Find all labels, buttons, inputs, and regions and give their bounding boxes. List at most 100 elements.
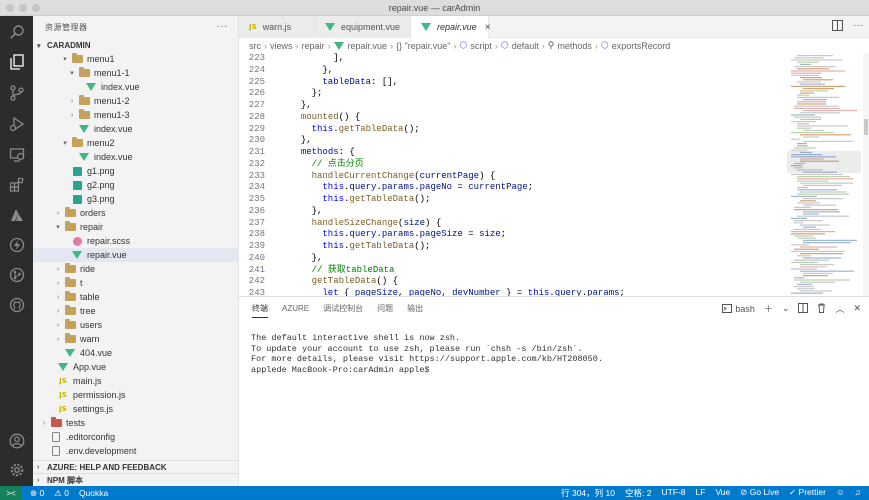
- terminal-output[interactable]: The default interactive shell is now zsh…: [251, 333, 603, 375]
- code-line[interactable]: 223 ],: [239, 53, 787, 65]
- gear-icon[interactable]: [8, 461, 25, 478]
- feedback-icon[interactable]: ☺: [836, 487, 845, 499]
- breadcrumb-item[interactable]: exportsRecord: [612, 41, 671, 51]
- minimap[interactable]: [787, 53, 861, 296]
- tab-equipment-vue[interactable]: equipment.vue: [315, 16, 411, 38]
- git-history-icon[interactable]: [8, 266, 25, 283]
- tab-terminal[interactable]: 终端: [252, 303, 268, 318]
- code-line[interactable]: 237 handleSizeChange(size) {: [239, 218, 787, 230]
- breadcrumb-item[interactable]: script: [470, 41, 492, 51]
- code-line[interactable]: 240 },: [239, 253, 787, 265]
- github-icon[interactable]: [8, 296, 25, 313]
- split-editor-icon[interactable]: [832, 20, 843, 34]
- add-terminal-icon[interactable]: ＋: [764, 302, 773, 315]
- breadcrumb-item[interactable]: repair.vue: [348, 41, 388, 51]
- code-line[interactable]: 231 methods: {: [239, 147, 787, 159]
- editor-scrollbar[interactable]: [863, 53, 869, 296]
- breadcrumb-item[interactable]: views: [270, 41, 293, 51]
- search-icon[interactable]: [8, 23, 25, 40]
- tree-item[interactable]: g1.png: [33, 164, 238, 178]
- more-actions-icon[interactable]: ···: [853, 20, 863, 34]
- minimap-viewport[interactable]: [787, 151, 861, 173]
- maximize-panel-icon[interactable]: ︿: [835, 302, 844, 315]
- code-line[interactable]: 234 this. query. params. pageNo = currentPa…: [239, 182, 787, 194]
- tree-item[interactable]: › table: [33, 290, 238, 304]
- section-azure-help[interactable]: › AZURE: HELP AND FEEDBACK: [33, 460, 238, 473]
- tree-item[interactable]: g2.png: [33, 178, 238, 192]
- terminal-select[interactable]: bash: [722, 304, 755, 314]
- go-live-button[interactable]: ⊘ Go Live: [740, 487, 779, 499]
- errors-count[interactable]: ⊗ 0: [30, 488, 44, 499]
- scrollbar-thumb[interactable]: [864, 119, 868, 135]
- tree-item[interactable]: › t: [33, 276, 238, 290]
- code-line[interactable]: 228 mounted() {: [239, 112, 787, 124]
- tree-item[interactable]: ▾ menu1: [33, 52, 238, 66]
- code-line[interactable]: 241 // 获取tableData: [239, 265, 787, 277]
- breadcrumb-item[interactable]: src: [249, 41, 261, 51]
- run-debug-icon[interactable]: [8, 115, 25, 132]
- tab-repair-vue[interactable]: repair.vue ×: [411, 16, 491, 38]
- tree-item[interactable]: 404.vue: [33, 346, 238, 360]
- tree-item[interactable]: g3.png: [33, 192, 238, 206]
- warnings-count[interactable]: ⚠ 0: [54, 488, 69, 499]
- breadcrumb-item[interactable]: repair: [302, 41, 325, 51]
- tree-item[interactable]: ▾ menu2: [33, 136, 238, 150]
- code-line[interactable]: 232 // 点击分页: [239, 159, 787, 171]
- line-ending[interactable]: LF: [696, 487, 706, 499]
- remote-explorer-icon[interactable]: [8, 146, 25, 163]
- tree-item[interactable]: › users: [33, 318, 238, 332]
- code-line[interactable]: 238 this. query. params. pageSize = size;: [239, 229, 787, 241]
- extensions-icon[interactable]: [8, 176, 25, 193]
- encoding[interactable]: UTF-8: [661, 487, 685, 499]
- code-line[interactable]: 225 tableData: [],: [239, 77, 787, 89]
- source-control-icon[interactable]: [8, 84, 25, 101]
- tree-item[interactable]: repair.scss: [33, 234, 238, 248]
- explorer-icon[interactable]: [8, 53, 25, 70]
- code-line[interactable]: 227 },: [239, 100, 787, 112]
- tab-warn-js[interactable]: JS warn.js: [239, 16, 315, 38]
- trash-icon[interactable]: [817, 303, 826, 315]
- code-line[interactable]: 233 handleCurrentChange(currentPage) {: [239, 171, 787, 183]
- close-tab-icon[interactable]: ×: [485, 22, 491, 33]
- remote-indicator[interactable]: ><: [0, 486, 22, 500]
- tree-item[interactable]: JS main.js: [33, 374, 238, 388]
- tree-item[interactable]: › orders: [33, 206, 238, 220]
- prettier-status[interactable]: ✓ Prettier: [789, 487, 826, 499]
- more-actions-icon[interactable]: ···: [217, 21, 229, 32]
- code-line[interactable]: 235 this. getTableData ();: [239, 194, 787, 206]
- tree-item[interactable]: ▾ menu1-1: [33, 66, 238, 80]
- tree-item[interactable]: › tests: [33, 416, 238, 430]
- lightning-icon[interactable]: [8, 236, 25, 253]
- section-npm-scripts[interactable]: › NPM 脚本: [33, 473, 238, 486]
- breadcrumb-item[interactable]: methods: [557, 41, 592, 51]
- code-line[interactable]: 224 },: [239, 65, 787, 77]
- notifications-icon[interactable]: ♫: [855, 487, 861, 499]
- code-line[interactable]: 242 getTableData() {: [239, 276, 787, 288]
- breadcrumb-item[interactable]: default: [512, 41, 539, 51]
- chevron-down-icon[interactable]: ⌄: [782, 303, 790, 314]
- tree-item[interactable]: index.vue: [33, 122, 238, 136]
- tab-problems[interactable]: 问题: [377, 303, 393, 314]
- tree-item[interactable]: › ride: [33, 262, 238, 276]
- azure-icon[interactable]: [8, 206, 25, 223]
- tab-debug-console[interactable]: 调试控制台: [323, 303, 363, 314]
- code-line[interactable]: 230 },: [239, 135, 787, 147]
- tree-item[interactable]: › menu1-3: [33, 108, 238, 122]
- indentation[interactable]: 空格: 2: [625, 487, 651, 499]
- cursor-position[interactable]: 行 304，列 10: [561, 487, 615, 499]
- tree-item[interactable]: App.vue: [33, 360, 238, 374]
- tree-item[interactable]: › menu1-2: [33, 94, 238, 108]
- tree-item[interactable]: index.vue: [33, 150, 238, 164]
- tree-item[interactable]: › tree: [33, 304, 238, 318]
- account-icon[interactable]: [8, 432, 25, 449]
- tab-output[interactable]: 输出: [407, 303, 423, 314]
- split-terminal-icon[interactable]: [798, 302, 809, 315]
- tree-item[interactable]: JS settings.js: [33, 402, 238, 416]
- tree-item[interactable]: index.vue: [33, 80, 238, 94]
- tab-azure[interactable]: AZURE: [282, 304, 309, 313]
- code-line[interactable]: 239 this. getTableData ();: [239, 241, 787, 253]
- tree-item[interactable]: ▾ repair: [33, 220, 238, 234]
- tree-item[interactable]: repair.vue: [33, 248, 238, 262]
- quokka-status[interactable]: Quokka: [79, 488, 108, 499]
- code-editor[interactable]: 223 ], 224 }, 225 tableData: [], 226 }; 227 …: [239, 53, 787, 296]
